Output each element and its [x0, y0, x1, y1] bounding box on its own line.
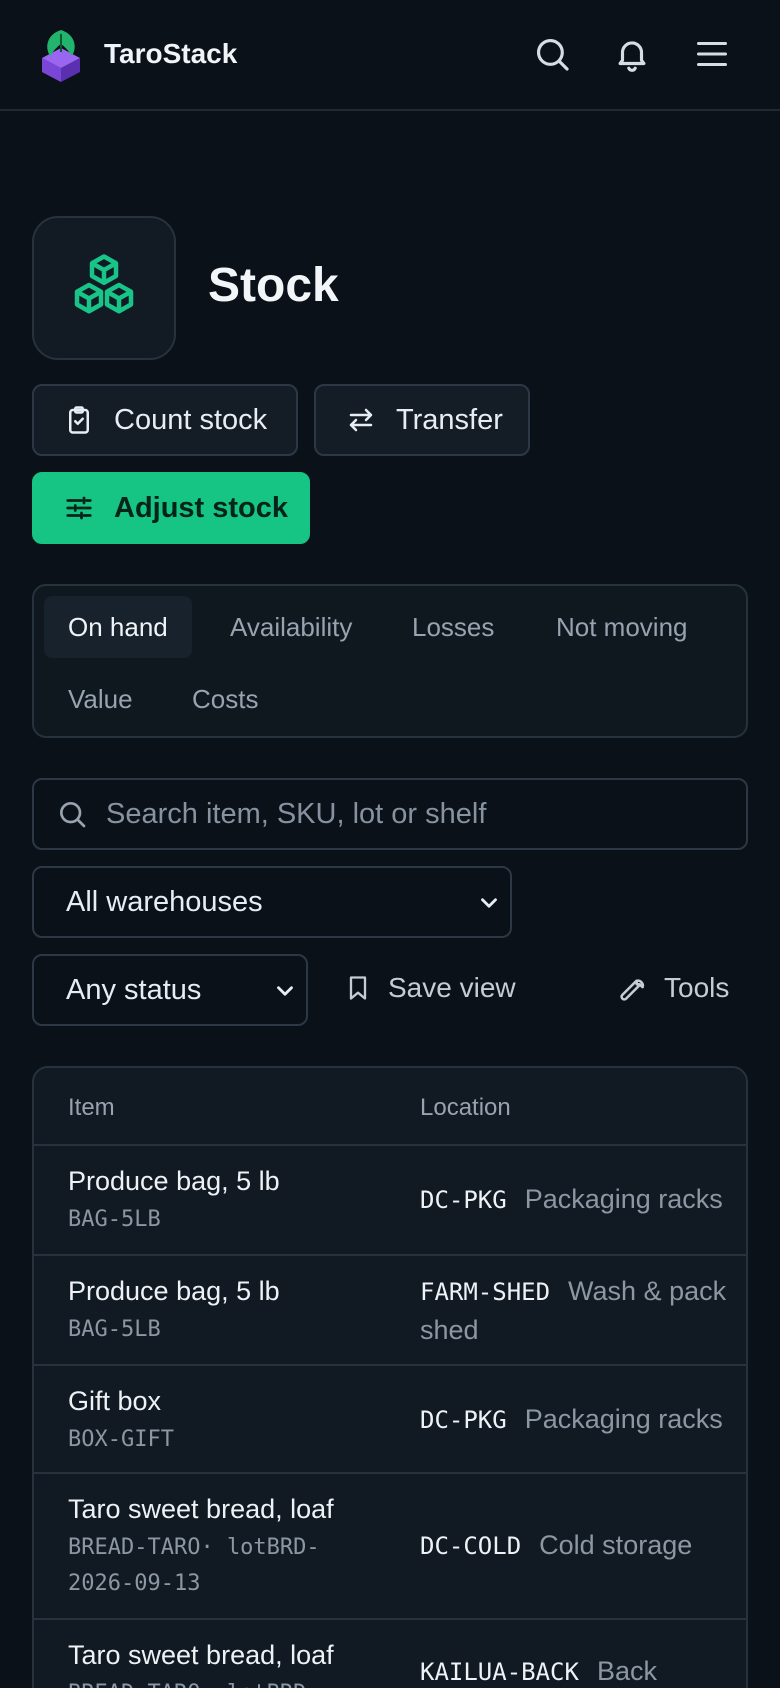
item-name: Gift box — [68, 1386, 162, 1416]
item-name: Taro sweet bread, loaf — [68, 1494, 334, 1524]
wrench-icon — [620, 979, 645, 1001]
count-stock-button[interactable]: Count stock — [32, 384, 298, 456]
item-name: Produce bag, 5 lb — [68, 1166, 280, 1196]
table-row[interactable]: Produce bag, 5 lb BAG-5LB FARM-SHED Wash … — [34, 1256, 746, 1366]
search-input[interactable] — [106, 794, 726, 834]
tab-not-moving[interactable]: Not moving — [532, 596, 712, 658]
transfer-button[interactable]: Transfer — [314, 384, 530, 456]
location-code: DC-PKG — [420, 1406, 507, 1434]
column-header-location: Location — [420, 1094, 511, 1121]
location-code: DC-PKG — [420, 1186, 507, 1214]
chevron-down-icon — [481, 898, 497, 908]
save-view-button[interactable]: Save view — [344, 972, 516, 1004]
status-select-value: Any status — [66, 973, 202, 1006]
menu-icon[interactable] — [692, 34, 732, 74]
item-name: Taro sweet bread, loaf — [68, 1640, 334, 1670]
item-location: DC-COLD Cold storage — [420, 1526, 740, 1565]
adjust-stock-label: Adjust stock — [114, 491, 289, 524]
search-icon — [60, 802, 86, 828]
item-location: DC-PKG Packaging racks — [420, 1400, 740, 1439]
save-view-label: Save view — [388, 972, 516, 1003]
view-tabs: On hand Availability Losses Not moving V… — [32, 584, 748, 738]
sliders-icon — [66, 496, 92, 520]
bookmark-icon — [349, 976, 367, 1000]
adjust-stock-button[interactable]: Adjust stock — [32, 472, 310, 544]
tab-losses[interactable]: Losses — [388, 596, 518, 658]
item-sku: BREAD-TARO· lotBRD-2026-09-13 — [68, 1535, 320, 1596]
item-location: FARM-SHED Wash & pack shed — [420, 1272, 740, 1349]
search-icon[interactable] — [532, 34, 572, 74]
warehouse-select-value: All warehouses — [66, 885, 263, 918]
tab-on-hand[interactable]: On hand — [44, 596, 192, 658]
location-name: Back — [596, 1656, 657, 1686]
top-bar: TaroStack — [0, 0, 780, 111]
clipboard-check-icon — [69, 406, 89, 434]
location-code: FARM-SHED — [420, 1278, 551, 1306]
status-select[interactable]: Any status — [32, 954, 308, 1026]
item-sku: BREAD-TARO· lotBRD- — [68, 1676, 328, 1688]
table-row[interactable]: Gift box BOX-GIFT DC-PKG Packaging racks — [34, 1366, 746, 1474]
chevron-down-icon — [277, 986, 293, 996]
page-icon-tile — [32, 216, 176, 360]
arrows-swap-icon — [349, 408, 373, 432]
location-name: Packaging racks — [524, 1404, 723, 1434]
item-name: Produce bag, 5 lb — [68, 1276, 280, 1306]
page-title: Stock — [208, 259, 339, 312]
table-row[interactable]: Taro sweet bread, loaf BREAD-TARO· lotBR… — [34, 1620, 746, 1688]
tools-label: Tools — [664, 972, 730, 1003]
item-location: KAILUA-BACK Back — [420, 1652, 740, 1688]
location-code: KAILUA-BACK — [420, 1658, 579, 1686]
logo-icon[interactable] — [38, 28, 84, 84]
table-row[interactable]: Produce bag, 5 lb BAG-5LB DC-PKG Packagin… — [34, 1146, 746, 1256]
column-header-item: Item — [68, 1094, 115, 1121]
count-stock-label: Count stock — [114, 403, 268, 436]
tools-button[interactable]: Tools — [618, 972, 729, 1004]
location-code: DC-COLD — [420, 1532, 522, 1560]
warehouse-select[interactable]: All warehouses — [32, 866, 512, 938]
bell-icon[interactable] — [612, 34, 652, 74]
location-name: Packaging racks — [524, 1184, 723, 1214]
cubes-icon — [74, 254, 134, 314]
tab-costs[interactable]: Costs — [168, 668, 282, 730]
item-sku: BOX-GIFT — [68, 1427, 174, 1452]
item-sku: BAG-5LB — [68, 1317, 161, 1342]
location-name: Cold storage — [539, 1530, 693, 1560]
brand-name: TaroStack — [104, 38, 238, 69]
table-header: Item Location — [34, 1068, 746, 1146]
transfer-label: Transfer — [396, 403, 503, 436]
tab-value[interactable]: Value — [44, 668, 157, 730]
stock-table: Item Location Produce bag, 5 lb BAG-5LB … — [32, 1066, 748, 1688]
search-box — [32, 778, 748, 850]
tab-availability[interactable]: Availability — [206, 596, 376, 658]
item-location: DC-PKG Packaging racks — [420, 1180, 740, 1219]
item-sku: BAG-5LB — [68, 1207, 161, 1232]
table-row[interactable]: Taro sweet bread, loaf BREAD-TARO· lotBR… — [34, 1474, 746, 1620]
